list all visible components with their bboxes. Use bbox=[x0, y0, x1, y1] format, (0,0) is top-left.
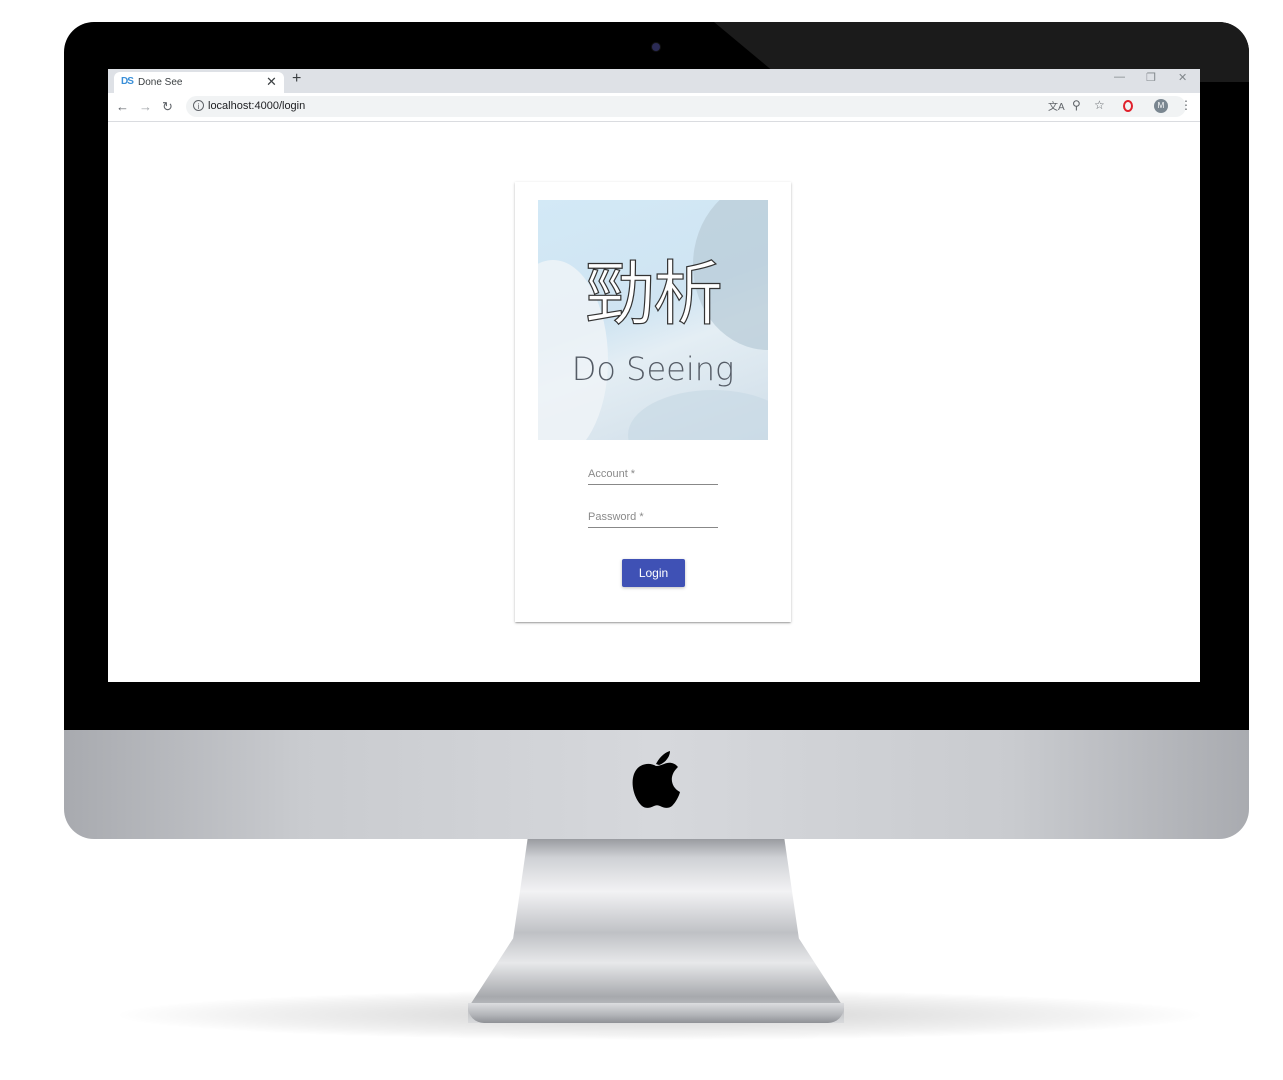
url-text[interactable]: localhost:4000/login bbox=[208, 100, 305, 112]
tab-favicon-icon: DS bbox=[121, 76, 134, 87]
address-bar[interactable]: i localhost:4000/login bbox=[186, 96, 1186, 117]
minimize-icon[interactable]: — bbox=[1114, 71, 1125, 83]
forward-arrow-icon[interactable]: → bbox=[139, 99, 152, 114]
close-window-icon[interactable]: ✕ bbox=[1178, 71, 1187, 84]
password-field[interactable]: Password * bbox=[588, 509, 718, 528]
brand-image: 勁析 Do Seeing bbox=[538, 200, 768, 440]
brand-watercolor-blob bbox=[628, 390, 768, 440]
back-arrow-icon[interactable]: ← bbox=[116, 99, 129, 114]
new-tab-button[interactable]: + bbox=[292, 70, 301, 88]
tab-title: Done See bbox=[138, 77, 183, 88]
login-card: 勁析 Do Seeing Account * Password * Login bbox=[515, 182, 791, 622]
monitor-stand-foot bbox=[468, 1003, 844, 1023]
translate-icon[interactable]: 文A bbox=[1048, 98, 1065, 113]
apple-icon bbox=[632, 751, 680, 808]
info-icon[interactable]: i bbox=[193, 100, 204, 111]
password-field-label: Password * bbox=[588, 511, 644, 523]
account-field[interactable]: Account * bbox=[588, 466, 718, 485]
login-button[interactable]: Login bbox=[622, 559, 685, 587]
account-field-label: Account * bbox=[588, 468, 636, 480]
monitor-stand bbox=[468, 835, 844, 1023]
tab-strip: DS Done See ✕ + — ❐ ✕ bbox=[108, 69, 1200, 93]
zoom-icon[interactable]: ⚲ bbox=[1072, 98, 1081, 112]
browser-window: DS Done See ✕ + — ❐ ✕ ← → ↻ i localhost:… bbox=[108, 69, 1200, 682]
brand-title-english: Do Seeing bbox=[571, 350, 735, 388]
camera-icon bbox=[652, 43, 660, 51]
kebab-menu-icon[interactable]: ⋮ bbox=[1180, 98, 1192, 112]
reload-icon[interactable]: ↻ bbox=[162, 99, 173, 115]
profile-avatar[interactable]: M bbox=[1154, 99, 1168, 113]
restore-icon[interactable]: ❐ bbox=[1146, 71, 1156, 84]
browser-toolbar: ← → ↻ i localhost:4000/login 文A ⚲ ☆ M ⋮ bbox=[108, 93, 1200, 122]
opera-icon[interactable] bbox=[1123, 100, 1133, 112]
tab-close-icon[interactable]: ✕ bbox=[266, 74, 277, 90]
tab-active[interactable]: DS Done See ✕ bbox=[114, 72, 284, 93]
brand-title-chinese: 勁析 bbox=[584, 252, 723, 335]
bookmark-star-icon[interactable]: ☆ bbox=[1094, 98, 1105, 112]
